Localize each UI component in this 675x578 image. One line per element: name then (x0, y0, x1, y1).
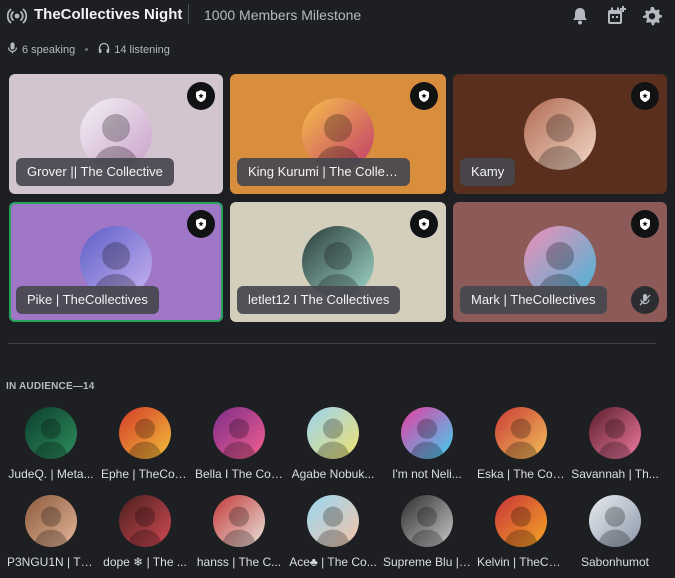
moderator-shield-icon (187, 82, 215, 110)
audience-member[interactable]: JudeQ. | Meta... (4, 407, 98, 481)
headphones-icon (98, 42, 110, 57)
audience-member-name: Supreme Blu | ... (383, 555, 471, 569)
audience-member-name: Ephe | TheColl... (101, 467, 189, 481)
audience-member[interactable]: dope ❄ | The ... (98, 495, 192, 569)
audience-member-name: Sabonhumot (580, 555, 650, 569)
stage-icon (6, 6, 28, 26)
speaker-name: King Kurumi | The Collecti... (237, 158, 410, 186)
audience-member-name: P3NGU1N | Th... (7, 555, 95, 569)
audience-member[interactable]: Sabonhumot (568, 495, 662, 569)
speaker-tile[interactable]: Pike | TheCollectives (9, 202, 223, 322)
audience-member[interactable]: P3NGU1N | Th... (4, 495, 98, 569)
header-divider (188, 4, 189, 24)
audience-member-name: JudeQ. | Meta... (8, 467, 94, 481)
moderator-shield-icon (410, 210, 438, 238)
avatar (213, 495, 265, 547)
header-actions (569, 5, 663, 27)
audience-member-name: Ace♣ | The Co... (289, 555, 377, 569)
speaker-tile[interactable]: letlet12 I The Collectives (230, 202, 446, 322)
avatar (401, 495, 453, 547)
speaker-name: Grover || The Collective (16, 158, 174, 186)
avatar (25, 407, 77, 459)
listening-count: 14 listening (114, 43, 170, 56)
audience-member[interactable]: Bella I The Col... (192, 407, 286, 481)
speaker-grid: Grover || The Collective King Kurumi | Th… (9, 74, 667, 322)
separator-dot (85, 48, 89, 51)
audience-member-name: Bella I The Col... (195, 467, 283, 481)
avatar (495, 407, 547, 459)
audience-member-name: Savannah | Th... (571, 467, 659, 481)
avatar (589, 495, 641, 547)
audience-member[interactable]: hanss | The C... (192, 495, 286, 569)
avatar (25, 495, 77, 547)
audience-member[interactable]: Kelvin | TheCo... (474, 495, 568, 569)
section-divider (8, 343, 656, 344)
gear-icon[interactable] (641, 5, 663, 27)
avatar (119, 495, 171, 547)
audience-member[interactable]: Eska | The Col... (474, 407, 568, 481)
speaker-name: Mark | TheCollectives (460, 286, 607, 314)
speaker-name: letlet12 I The Collectives (237, 286, 401, 314)
speaker-tile[interactable]: Grover || The Collective (9, 74, 223, 194)
speaker-tile[interactable]: King Kurumi | The Collecti... (230, 74, 446, 194)
audience-member-name: Agabe Nobuk... (291, 467, 375, 481)
avatar (213, 407, 265, 459)
audience-member-name: Eska | The Col... (477, 467, 565, 481)
calendar-add-icon[interactable] (605, 5, 627, 27)
moderator-shield-icon (410, 82, 438, 110)
speaker-tile[interactable]: Mark | TheCollectives (453, 202, 667, 322)
avatar (307, 407, 359, 459)
audience-member-name: Kelvin | TheCo... (477, 555, 565, 569)
audience-member-name: I'm not Neli... (392, 467, 462, 481)
audience-member[interactable]: Ephe | TheColl... (98, 407, 192, 481)
channel-header: TheCollectives Night 1000 Members Milest… (0, 0, 675, 32)
speaker-name: Kamy (460, 158, 516, 186)
audience-member[interactable]: Savannah | Th... (568, 407, 662, 481)
moderator-shield-icon (631, 82, 659, 110)
moderator-shield-icon (631, 210, 659, 238)
bell-icon[interactable] (569, 5, 591, 27)
audience-member[interactable]: Supreme Blu | ... (380, 495, 474, 569)
avatar (495, 495, 547, 547)
audience-member[interactable]: Agabe Nobuk... (286, 407, 380, 481)
microphone-icon (7, 42, 18, 57)
speaking-count: 6 speaking (22, 43, 76, 56)
avatar (307, 495, 359, 547)
muted-mic-icon (631, 286, 659, 314)
stage-stats: 6 speaking 14 listening (7, 42, 170, 57)
audience-grid: JudeQ. | Meta... Ephe | TheColl... Bella I… (4, 407, 669, 569)
avatar (524, 98, 596, 170)
avatar (589, 407, 641, 459)
audience-member-name: dope ❄ | The ... (103, 555, 187, 569)
stage-topic: 1000 Members Milestone (204, 7, 362, 23)
audience-header: IN AUDIENCE—14 (6, 381, 95, 392)
avatar (401, 407, 453, 459)
audience-member[interactable]: I'm not Neli... (380, 407, 474, 481)
speaker-name: Pike | TheCollectives (16, 286, 159, 314)
audience-member[interactable]: Ace♣ | The Co... (286, 495, 380, 569)
moderator-shield-icon (187, 210, 215, 238)
speaker-tile[interactable]: Kamy (453, 74, 667, 194)
avatar (119, 407, 171, 459)
audience-member-name: hanss | The C... (196, 555, 282, 569)
channel-title: TheCollectives Night (34, 6, 183, 23)
